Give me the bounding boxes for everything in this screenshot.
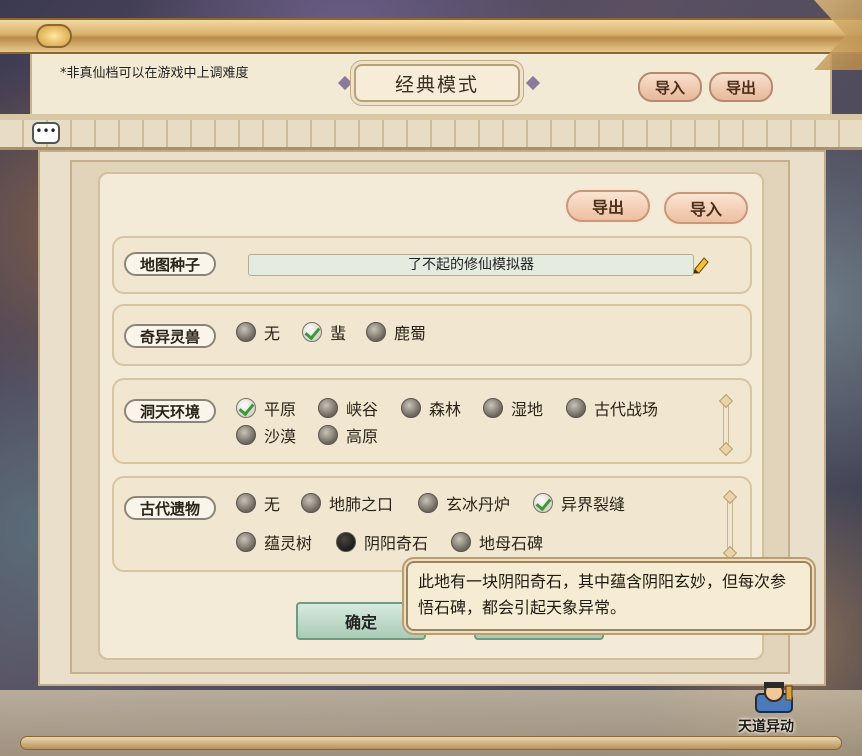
- relics-label: 古代遗物: [124, 496, 216, 520]
- section-relics: [112, 476, 752, 572]
- pencil-icon[interactable]: [692, 256, 710, 274]
- radio-icon: [318, 425, 338, 445]
- beast-option-lushu[interactable]: 鹿蜀: [366, 321, 426, 343]
- map-seed-input[interactable]: 了不起的修仙模拟器: [248, 254, 694, 276]
- mode-title: 经典模式: [354, 64, 520, 102]
- radio-icon: [401, 398, 421, 418]
- option-label: 蕴灵树: [264, 534, 313, 553]
- checked-radio-icon: [236, 398, 256, 418]
- header-import-button[interactable]: 导入: [638, 72, 702, 102]
- radio-icon: [418, 493, 438, 513]
- option-label: 地肺之口: [329, 495, 394, 514]
- option-label: 沙漠: [264, 427, 297, 446]
- env-option-battlefield[interactable]: 古代战场: [566, 397, 658, 419]
- rod-knob-ornament: [36, 24, 72, 48]
- option-label: 无: [264, 495, 281, 514]
- relic-option-ice-furnace[interactable]: 玄冰丹炉: [418, 492, 510, 514]
- radio-icon: [301, 493, 321, 513]
- beast-option-fei[interactable]: 蜚: [302, 321, 346, 343]
- env-option-desert[interactable]: 沙漠: [236, 424, 296, 446]
- relic-option-none[interactable]: 无: [236, 492, 280, 514]
- checked-radio-icon: [533, 493, 553, 513]
- checked-radio-icon: [302, 322, 322, 342]
- option-label: 平原: [264, 400, 297, 419]
- option-label: 异界裂缝: [561, 495, 626, 514]
- card-export-button[interactable]: 导出: [566, 190, 650, 222]
- option-label: 阴阳奇石: [364, 534, 429, 553]
- option-label: 湿地: [511, 400, 544, 419]
- relic-option-yinyang-stone[interactable]: 阴阳奇石: [336, 531, 428, 553]
- option-label: 古代战场: [594, 400, 659, 419]
- difficulty-hint: *非真仙档可以在游戏中上调难度: [60, 66, 249, 81]
- radio-icon: [236, 532, 256, 552]
- header-export-button[interactable]: 导出: [709, 72, 773, 102]
- relic-option-spirit-tree[interactable]: 蕴灵树: [236, 531, 312, 553]
- character-icon[interactable]: [752, 680, 796, 718]
- env-option-plateau[interactable]: 高原: [318, 424, 378, 446]
- beast-option-none[interactable]: 无: [236, 321, 280, 343]
- roof-band: [0, 114, 862, 150]
- map-seed-label: 地图种子: [124, 252, 216, 276]
- option-label: 蜚: [330, 324, 347, 343]
- radio-icon: [566, 398, 586, 418]
- environment-scrollbar[interactable]: [718, 393, 734, 457]
- option-label: 峡谷: [346, 400, 379, 419]
- radio-icon: [236, 322, 256, 342]
- card-import-button[interactable]: 导入: [664, 192, 748, 224]
- relics-scrollbar[interactable]: [722, 489, 738, 561]
- env-option-wetland[interactable]: 湿地: [483, 397, 543, 419]
- radio-icon: [236, 493, 256, 513]
- radio-icon: [483, 398, 503, 418]
- chat-bubble-icon[interactable]: •••: [32, 122, 60, 144]
- radio-icon: [318, 398, 338, 418]
- top-scroll-rod: [0, 18, 862, 54]
- env-option-canyon[interactable]: 峡谷: [318, 397, 378, 419]
- relic-tooltip: 此地有一块阴阳奇石，其中蕴含阴阳玄妙，但每次参悟石碑，都会引起天象异常。: [406, 561, 812, 631]
- option-label: 鹿蜀: [394, 324, 427, 343]
- env-option-forest[interactable]: 森林: [401, 397, 461, 419]
- option-label: 高原: [346, 427, 379, 446]
- option-label: 无: [264, 324, 281, 343]
- option-label: 玄冰丹炉: [446, 495, 511, 514]
- event-label[interactable]: 天道异动: [738, 716, 794, 736]
- relic-option-rift[interactable]: 异界裂缝: [533, 492, 625, 514]
- environment-label: 洞天环境: [124, 399, 216, 423]
- option-label: 地母石碑: [479, 534, 544, 553]
- relic-option-earth-stele[interactable]: 地母石碑: [451, 531, 543, 553]
- bottom-rail: [20, 736, 842, 750]
- env-option-plain[interactable]: 平原: [236, 397, 296, 419]
- radio-icon: [236, 425, 256, 445]
- option-label: 森林: [429, 400, 462, 419]
- relic-option-earth-lung[interactable]: 地肺之口: [301, 492, 393, 514]
- beast-label: 奇异灵兽: [124, 324, 216, 348]
- radio-icon: [366, 322, 386, 342]
- hovered-radio-icon: [336, 532, 356, 552]
- radio-icon: [451, 532, 471, 552]
